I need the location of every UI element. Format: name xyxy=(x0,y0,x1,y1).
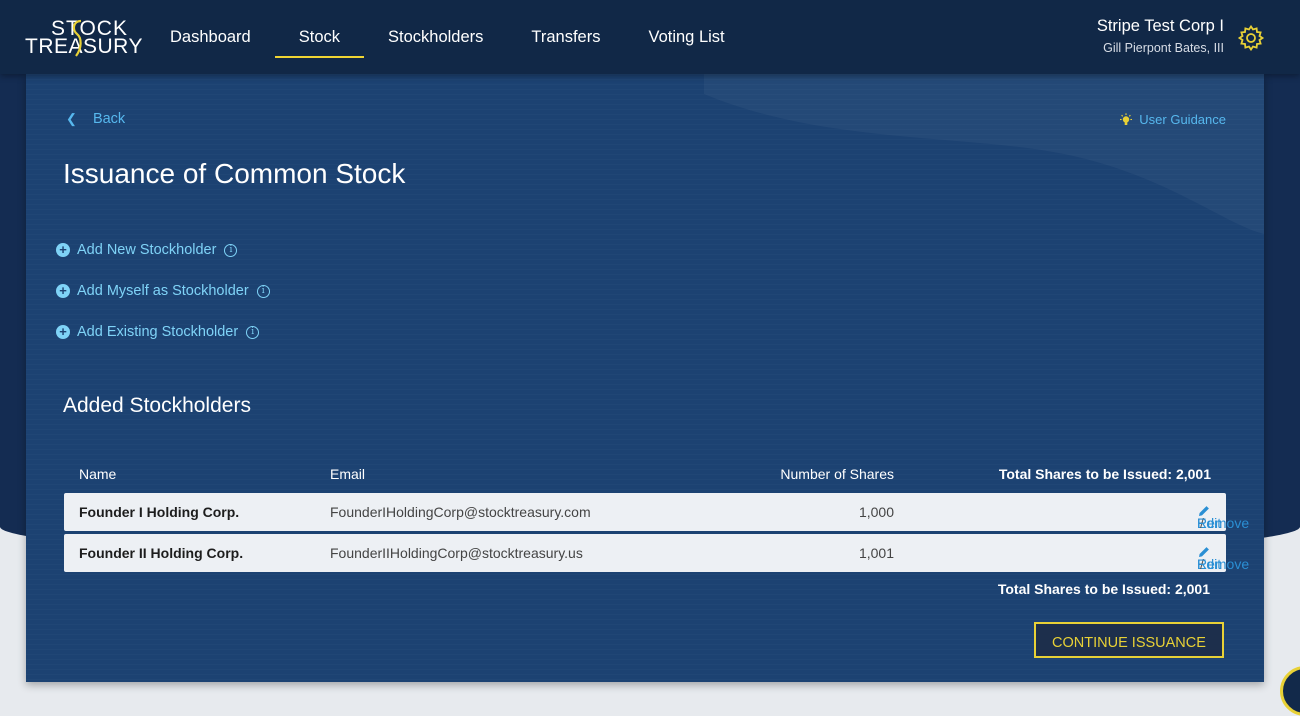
continue-issuance-button[interactable]: CONTINUE ISSUANCE xyxy=(1034,622,1224,658)
help-chat-button[interactable] xyxy=(1280,666,1300,716)
plus-circle-icon: + xyxy=(56,284,70,298)
nav-dashboard[interactable]: Dashboard xyxy=(146,0,275,74)
lightbulb-icon xyxy=(1120,112,1133,125)
total-shares-summary: Total Shares to be Issued: 2,001 xyxy=(997,581,1210,597)
plus-circle-icon: + xyxy=(56,325,70,339)
row-actions: Edit / Remove xyxy=(1197,504,1249,531)
column-name: Name xyxy=(79,466,117,482)
back-label: Back xyxy=(92,111,126,127)
add-new-stockholder-link[interactable]: + Add New Stockholder i xyxy=(56,242,238,258)
user-info[interactable]: Stripe Test Corp I Gill Pierpont Bates, … xyxy=(1097,17,1224,55)
stockholder-shares: 1,000 xyxy=(858,504,894,520)
table-row: Founder I Holding Corp. FounderIHoldingC… xyxy=(64,493,1249,531)
stockholder-shares: 1,001 xyxy=(858,545,894,561)
column-shares: Number of Shares xyxy=(780,466,894,482)
column-total-shares: Total Shares to be Issued: 2,001 xyxy=(998,466,1211,482)
stockholder-email: FounderIIHoldingCorp@stocktreasury.us xyxy=(330,545,583,561)
add-myself-stockholder-link[interactable]: + Add Myself as Stockholder i xyxy=(56,283,270,299)
nav-transfers[interactable]: Transfers xyxy=(507,0,624,74)
decorative-wave xyxy=(704,74,1264,234)
user-guidance-label: User Guidance xyxy=(1139,112,1226,127)
table-row: Founder II Holding Corp. FounderIIHoldin… xyxy=(64,534,1249,572)
company-name: Stripe Test Corp I xyxy=(1096,17,1224,35)
add-myself-stockholder-label: Add Myself as Stockholder xyxy=(77,283,249,299)
stockholder-name: Founder I Holding Corp. xyxy=(79,504,240,520)
add-new-stockholder-label: Add New Stockholder xyxy=(77,242,217,258)
issuance-panel: ❮ Back User Guidance Issuance of Common … xyxy=(26,74,1264,682)
stockholder-email: FounderIHoldingCorp@stocktreasury.com xyxy=(330,504,591,520)
user-name: Gill Pierpont Bates, III xyxy=(1103,41,1224,55)
nav-voting-list[interactable]: Voting List xyxy=(624,0,748,74)
stock-treasury-logo[interactable]: STOCK TREASURY xyxy=(25,16,142,60)
info-icon[interactable]: i xyxy=(224,243,238,257)
table-header: Name Email Number of Shares Total Shares… xyxy=(64,466,1226,486)
row-actions: Edit / Remove xyxy=(1197,545,1249,572)
add-existing-stockholder-label: Add Existing Stockholder xyxy=(77,324,239,340)
nav-stock[interactable]: Stock xyxy=(274,0,365,74)
gear-icon[interactable] xyxy=(1237,24,1265,52)
plus-circle-icon: + xyxy=(56,243,70,257)
user-guidance-link[interactable]: User Guidance xyxy=(1119,112,1226,127)
remove-link[interactable]: Remove xyxy=(1197,556,1249,572)
logo-s-icon xyxy=(72,19,82,57)
nav-stockholders[interactable]: Stockholders xyxy=(364,0,507,74)
remove-link[interactable]: Remove xyxy=(1197,515,1249,531)
top-navbar: STOCK TREASURY Dashboard Stock Stockhold… xyxy=(0,0,1300,74)
chevron-left-icon: ❮ xyxy=(66,111,77,126)
page-title: Issuance of Common Stock xyxy=(63,158,406,189)
main-nav: Dashboard Stock Stockholders Transfers V… xyxy=(146,0,749,74)
info-icon[interactable]: i xyxy=(256,284,270,298)
stockholder-name: Founder II Holding Corp. xyxy=(79,545,244,561)
info-icon[interactable]: i xyxy=(246,325,260,339)
column-email: Email xyxy=(330,466,366,482)
add-existing-stockholder-link[interactable]: + Add Existing Stockholder i xyxy=(56,324,260,340)
added-stockholders-title: Added Stockholders xyxy=(63,394,251,417)
back-link[interactable]: ❮ Back xyxy=(66,111,125,127)
